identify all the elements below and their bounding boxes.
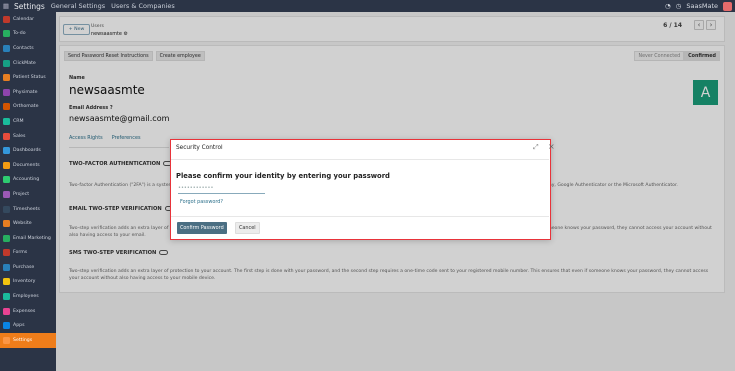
sidebar-item-orthomate[interactable]: Orthomate [0, 100, 56, 115]
sidebar-item-label: Orthomate [13, 104, 39, 110]
app-icon [3, 132, 10, 140]
sidebar-item-label: Calendar [13, 16, 35, 22]
app-icon [3, 176, 10, 184]
sidebar-item-accounting[interactable]: Accounting [0, 173, 56, 188]
sidebar-item-employees[interactable]: Employees [0, 289, 56, 304]
sidebar: Calendar To-do Contacts ClickMate Patient St… [0, 12, 56, 371]
app-icon [3, 263, 10, 271]
app-icon [3, 234, 10, 242]
sidebar-item-label: Expenses [13, 308, 36, 314]
dialog-title: Security Control [176, 145, 223, 151]
menu-general-settings[interactable]: General Settings [51, 2, 105, 10]
clock-icon[interactable]: ◷ [676, 2, 682, 10]
sidebar-item-sales[interactable]: Sales [0, 129, 56, 144]
security-control-dialog: Security Control ⤢ × Please confirm your… [170, 139, 555, 240]
sidebar-item-calendar[interactable]: Calendar [0, 12, 56, 27]
sidebar-item-label: Physimate [13, 89, 38, 95]
cancel-button[interactable]: Cancel [235, 222, 260, 234]
sidebar-item-label: Email Marketing [13, 235, 51, 241]
app-icon [3, 293, 10, 301]
app-icon [3, 220, 10, 228]
confirm-password-button[interactable]: Confirm Password [177, 222, 227, 234]
app-icon [3, 161, 10, 169]
forgot-password-link[interactable]: Forgot password? [180, 199, 223, 205]
app-icon [3, 190, 10, 198]
app-icon [3, 103, 10, 111]
sidebar-item-inventory[interactable]: Inventory [0, 275, 56, 290]
sidebar-item-crm[interactable]: CRM [0, 114, 56, 129]
sidebar-item-project[interactable]: Project [0, 187, 56, 202]
app-icon [3, 249, 10, 257]
app-icon [3, 30, 10, 38]
sidebar-item-website[interactable]: Website [0, 216, 56, 231]
sidebar-item-label: Accounting [13, 177, 40, 183]
sidebar-item-label: Apps [13, 323, 25, 329]
app-icon [3, 307, 10, 315]
sidebar-item-label: Employees [13, 294, 39, 300]
app-icon [3, 59, 10, 67]
sidebar-item-settings[interactable]: Settings [0, 333, 56, 348]
sidebar-item-expenses[interactable]: Expenses [0, 304, 56, 319]
sidebar-item-patient-status[interactable]: Patient Status [0, 70, 56, 85]
sidebar-item-to-do[interactable]: To-do [0, 27, 56, 42]
sidebar-item-purchase[interactable]: Purchase [0, 260, 56, 275]
app-icon [3, 88, 10, 96]
user-avatar[interactable] [723, 1, 732, 11]
app-grid-icon[interactable]: ▦ [0, 0, 12, 12]
sidebar-item-label: Project [13, 191, 30, 197]
app-icon [3, 44, 10, 52]
password-input[interactable]: •••••••••••• [178, 183, 265, 194]
sidebar-item-forms[interactable]: Forms [0, 246, 56, 261]
app-title: Settings [14, 1, 45, 11]
app-icon [3, 336, 10, 344]
sidebar-item-label: To-do [13, 31, 26, 37]
sidebar-item-apps[interactable]: Apps [0, 318, 56, 333]
app-icon [3, 74, 10, 82]
expand-icon[interactable]: ⤢ [533, 143, 539, 152]
sidebar-item-clickmate[interactable]: ClickMate [0, 56, 56, 71]
app-icon [3, 117, 10, 125]
user-name[interactable]: SaasMate [686, 2, 718, 10]
app-icon [3, 322, 10, 330]
app-icon [3, 147, 10, 155]
dialog-footer-divider [171, 216, 549, 217]
app-icon [3, 15, 10, 23]
sidebar-item-label: Dashboards [13, 148, 41, 154]
sidebar-item-label: Settings [13, 337, 33, 343]
sidebar-item-timesheets[interactable]: Timesheets [0, 202, 56, 217]
sidebar-item-label: Purchase [13, 264, 35, 270]
sidebar-item-documents[interactable]: Documents [0, 158, 56, 173]
sidebar-item-label: Patient Status [13, 75, 46, 81]
close-icon[interactable]: × [548, 142, 555, 151]
sidebar-item-label: Website [13, 221, 32, 227]
sidebar-item-label: CRM [13, 118, 24, 124]
app-icon [3, 205, 10, 213]
sidebar-item-label: ClickMate [13, 60, 36, 66]
app-icon [3, 278, 10, 286]
sidebar-item-contacts[interactable]: Contacts [0, 41, 56, 56]
sidebar-item-email-marketing[interactable]: Email Marketing [0, 231, 56, 246]
confirm-identity-text: Please confirm your identity by entering… [176, 172, 390, 180]
menu-users-companies[interactable]: Users & Companies [111, 2, 175, 10]
sidebar-item-label: Inventory [13, 279, 36, 285]
sidebar-item-dashboards[interactable]: Dashboards [0, 143, 56, 158]
dialog-header-divider [171, 159, 549, 160]
top-navbar: ▦ Settings General Settings Users & Comp… [0, 0, 735, 12]
chat-icon[interactable]: ◔ [665, 2, 671, 10]
sidebar-item-label: Contacts [13, 45, 34, 51]
sidebar-item-physimate[interactable]: Physimate [0, 85, 56, 100]
sidebar-item-label: Forms [13, 250, 28, 256]
sidebar-item-label: Timesheets [13, 206, 40, 212]
sidebar-item-label: Sales [13, 133, 26, 139]
sidebar-item-label: Documents [13, 162, 40, 168]
